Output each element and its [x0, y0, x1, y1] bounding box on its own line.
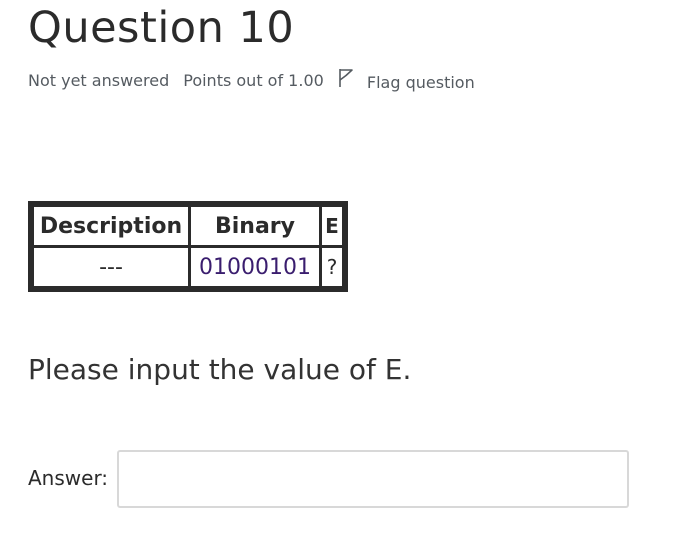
- cell-e: ?: [322, 248, 342, 286]
- table-header-row: Description Binary E: [34, 207, 342, 245]
- flag-question-link[interactable]: Flag question: [338, 68, 475, 92]
- question-info: Not yet answered Points out of 1.00 Flag…: [28, 68, 475, 92]
- flag-icon: [339, 69, 353, 87]
- cell-description: ---: [34, 248, 188, 286]
- question-status: Not yet answered: [28, 70, 170, 90]
- table-row: --- 01000101 ?: [34, 248, 342, 286]
- cell-binary: 01000101: [191, 248, 319, 286]
- binary-table: Description Binary E --- 01000101 ?: [28, 201, 348, 292]
- question-points: Points out of 1.00: [183, 70, 324, 90]
- answer-input[interactable]: [117, 450, 629, 508]
- answer-label: Answer:: [28, 466, 109, 490]
- question-title: Question 10: [28, 3, 295, 53]
- column-header-binary: Binary: [191, 207, 319, 245]
- flag-question-label: Flag question: [366, 73, 475, 92]
- column-header-e: E: [322, 207, 342, 245]
- question-prompt: Please input the value of E.: [28, 353, 412, 386]
- column-header-description: Description: [34, 207, 188, 245]
